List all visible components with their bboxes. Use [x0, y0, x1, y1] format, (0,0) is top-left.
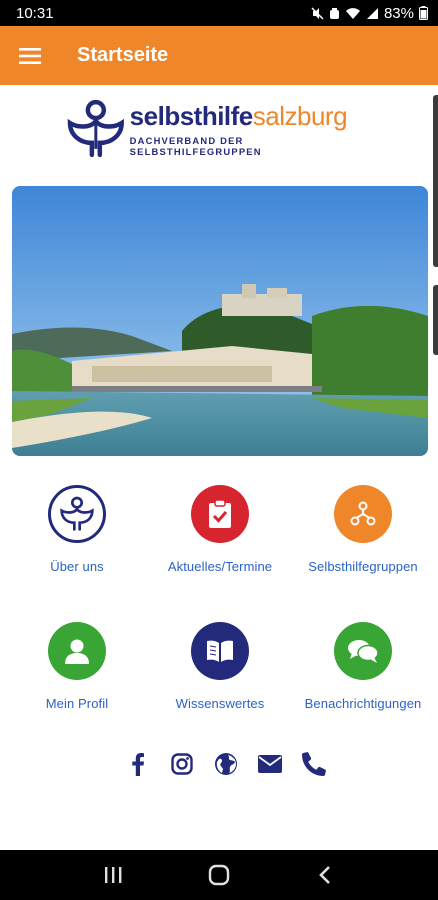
network-icon [334, 485, 392, 543]
tile-label: Mein Profil [45, 696, 109, 711]
phone-icon[interactable] [300, 750, 327, 777]
status-icons: 83% [311, 5, 428, 22]
logo-word-primary: selbsthilfe [129, 101, 254, 131]
battery-percent: 83% [383, 4, 414, 22]
menu-button[interactable] [0, 26, 58, 85]
home-icon [208, 864, 230, 886]
mail-icon[interactable] [256, 750, 283, 777]
page-title: Startseite [77, 44, 169, 66]
status-bar: 10:31 83% [0, 0, 438, 26]
tile-label: Wissenswertes [175, 696, 265, 711]
logo-wordmark: selbsthilfesalzburg [130, 101, 378, 131]
logo-people-icon [67, 99, 124, 158]
brand-logo: selbsthilfesalzburg DACHVERBAND DER SELB… [66, 98, 378, 160]
mute-icon [311, 6, 324, 20]
tile-mein-profil[interactable]: Mein Profil [7, 622, 147, 711]
alarm-icon [329, 7, 339, 19]
back-button[interactable] [305, 855, 345, 895]
chat-icon [334, 622, 392, 680]
book-icon [191, 622, 249, 680]
tile-aktuelles-termine[interactable]: Aktuelles/Termine [150, 485, 290, 574]
hamburger-icon [19, 47, 41, 64]
salzburg-landscape-image [12, 186, 428, 456]
instagram-icon[interactable] [168, 750, 195, 777]
system-nav-bar [0, 850, 438, 900]
side-handle [433, 285, 438, 355]
user-icon [48, 622, 106, 680]
scroll-indicator [433, 95, 438, 267]
recent-apps-icon [105, 867, 122, 883]
hero-image [12, 186, 428, 456]
logo-people-icon [48, 485, 106, 543]
wifi-icon [345, 7, 360, 19]
tile-label: Über uns [50, 559, 104, 574]
globe-icon[interactable] [212, 750, 239, 777]
battery-icon [419, 6, 428, 20]
tile-ueber-uns[interactable]: Über uns [7, 485, 147, 574]
signal-icon [366, 7, 378, 19]
tile-wissenswertes[interactable]: Wissenswertes [150, 622, 290, 711]
tile-selbsthilfegruppen[interactable]: Selbsthilfegruppen [293, 485, 433, 574]
tile-label: Benachrichtigungen [304, 696, 422, 711]
back-icon [319, 866, 330, 884]
logo-word-secondary: salzburg [252, 101, 348, 131]
tile-label: Aktuelles/Termine [167, 559, 273, 574]
clipboard-check-icon [191, 485, 249, 543]
logo-subtitle: DACHVERBAND DER SELBSTHILFEGRUPPEN [129, 135, 262, 157]
app-bar: Startseite [0, 26, 438, 85]
facebook-icon[interactable] [124, 750, 151, 777]
home-button[interactable] [199, 855, 239, 895]
social-links [124, 750, 327, 777]
tile-label: Selbsthilfegruppen [308, 559, 418, 574]
status-time: 10:31 [16, 4, 54, 22]
recent-apps-button[interactable] [93, 855, 133, 895]
tile-benachrichtigungen[interactable]: Benachrichtigungen [293, 622, 433, 711]
